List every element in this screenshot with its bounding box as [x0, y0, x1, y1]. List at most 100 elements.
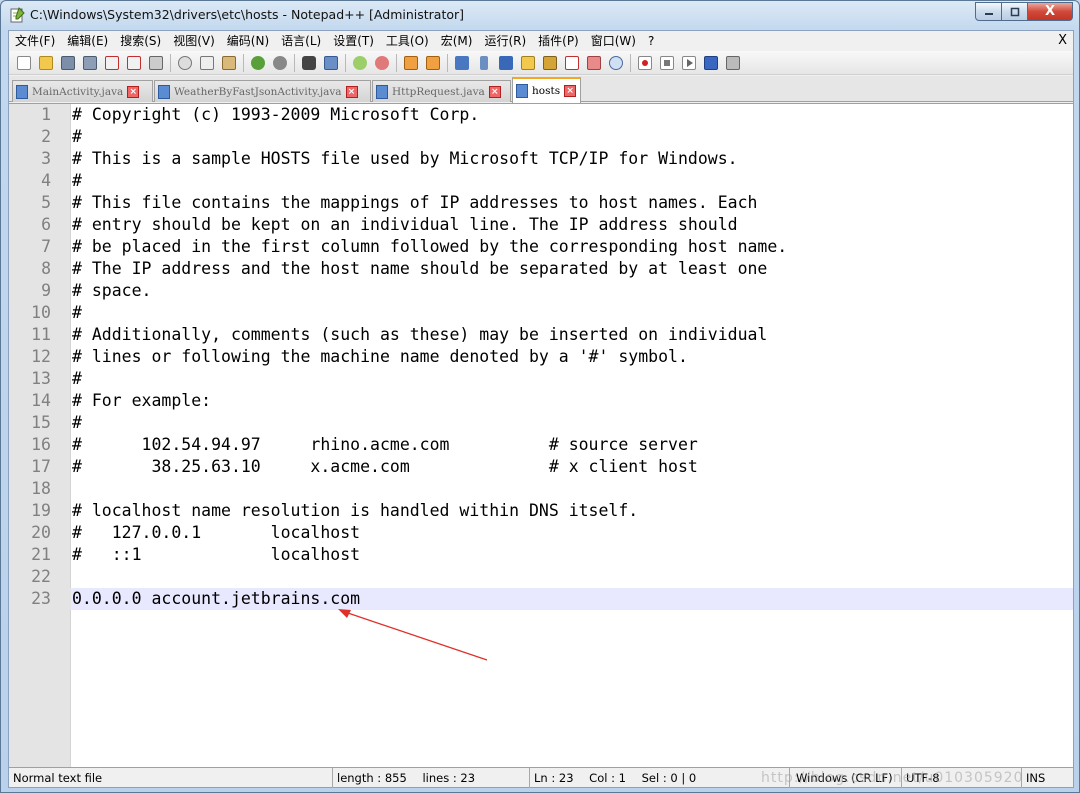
undo-icon[interactable]: [247, 53, 269, 73]
menu-plugins[interactable]: 插件(P): [532, 31, 585, 51]
menu-macro[interactable]: 宏(M): [435, 31, 479, 51]
editor-line[interactable]: 11 # Additionally, comments (such as thes…: [9, 324, 1073, 346]
zoom-in-icon[interactable]: [349, 53, 371, 73]
open-file-icon[interactable]: [35, 53, 57, 73]
paste-icon[interactable]: [218, 53, 240, 73]
editor-line[interactable]: 4 #: [9, 170, 1073, 192]
close-tab-icon[interactable]: ×: [127, 85, 140, 98]
folder-workspace-icon[interactable]: [583, 53, 605, 73]
editor-line[interactable]: 8 # The IP address and the host name shou…: [9, 258, 1073, 280]
play-macro-icon[interactable]: [678, 53, 700, 73]
menu-run[interactable]: 运行(R): [478, 31, 532, 51]
document-map-icon[interactable]: [539, 53, 561, 73]
editor-line[interactable]: 10 #: [9, 302, 1073, 324]
editor-line[interactable]: 20 # 127.0.0.1 localhost: [9, 522, 1073, 544]
menu-settings[interactable]: 设置(T): [327, 31, 380, 51]
editor-line[interactable]: 6 # entry should be kept on an individual…: [9, 214, 1073, 236]
menu-tools[interactable]: 工具(O): [380, 31, 435, 51]
editor-line[interactable]: 14 # For example:: [9, 390, 1073, 412]
line-number: 4: [41, 171, 51, 190]
line-number: 15: [31, 413, 51, 432]
editor-line[interactable]: 3 # This is a sample HOSTS file used by M…: [9, 148, 1073, 170]
line-number: 19: [31, 501, 51, 520]
line-text: # The IP address and the host name shoul…: [72, 259, 768, 278]
find-icon[interactable]: [298, 53, 320, 73]
show-all-chars-icon[interactable]: [473, 53, 495, 73]
status-encoding[interactable]: UTF-8: [902, 768, 1022, 788]
stop-record-icon[interactable]: [656, 53, 678, 73]
editor-line[interactable]: 21 # ::1 localhost: [9, 544, 1073, 566]
window-title: C:\Windows\System32\drivers\etc\hosts - …: [30, 7, 465, 22]
editor-line[interactable]: 19 # localhost name resolution is handled…: [9, 500, 1073, 522]
save-macro-icon[interactable]: [722, 53, 744, 73]
status-length: length : 855: [337, 771, 407, 785]
line-text: # For example:: [72, 391, 212, 410]
minimize-button[interactable]: [975, 2, 1002, 21]
new-file-icon[interactable]: [13, 53, 35, 73]
editor-line[interactable]: 9 # space.: [9, 280, 1073, 302]
close-tab-icon[interactable]: ×: [345, 85, 358, 98]
save-icon[interactable]: [57, 53, 79, 73]
toolbar-separator: [170, 53, 171, 72]
menu-window[interactable]: 窗口(W): [585, 31, 642, 51]
editor-line[interactable]: 13 #: [9, 368, 1073, 390]
document-close-button[interactable]: X: [1058, 33, 1067, 48]
editor-line[interactable]: 23 0.0.0.0 account.jetbrains.com: [9, 588, 1073, 610]
tab-weatherbyfastjson[interactable]: WeatherByFastJsonActivity.java ×: [154, 80, 371, 102]
editor-line[interactable]: 17 # 38.25.63.10 x.acme.com # x client ho…: [9, 456, 1073, 478]
tab-mainactivity[interactable]: MainActivity.java ×: [12, 80, 153, 102]
menu-file[interactable]: 文件(F): [9, 31, 61, 51]
tab-httprequest[interactable]: HttpRequest.java ×: [372, 80, 511, 102]
record-macro-icon[interactable]: [634, 53, 656, 73]
editor-line[interactable]: 7 # be placed in the first column followe…: [9, 236, 1073, 258]
menu-encoding[interactable]: 编码(N): [221, 31, 275, 51]
status-position: Ln : 23 Col : 1 Sel : 0 | 0: [530, 768, 790, 788]
menu-language[interactable]: 语言(L): [275, 31, 327, 51]
close-tab-icon[interactable]: ×: [488, 85, 501, 98]
function-list-icon[interactable]: [561, 53, 583, 73]
close-tab-icon[interactable]: ×: [564, 85, 577, 97]
menu-help[interactable]: ?: [642, 31, 660, 51]
text-editor[interactable]: 1 # Copyright (c) 1993-2009 Microsoft Cor…: [9, 103, 1073, 767]
editor-line[interactable]: 22: [9, 566, 1073, 588]
editor-line[interactable]: 15 #: [9, 412, 1073, 434]
title-bar[interactable]: C:\Windows\System32\drivers\etc\hosts - …: [1, 1, 1079, 30]
menu-edit[interactable]: 编辑(E): [61, 31, 114, 51]
monitor-icon[interactable]: [605, 53, 627, 73]
editor-line[interactable]: 18: [9, 478, 1073, 500]
status-eol[interactable]: Windows (CR LF): [792, 768, 902, 788]
cut-icon[interactable]: [174, 53, 196, 73]
client-area: 文件(F) 编辑(E) 搜索(S) 视图(V) 编码(N) 语言(L) 设置(T…: [8, 30, 1074, 788]
editor-line[interactable]: 16 # 102.54.94.97 rhino.acme.com # source…: [9, 434, 1073, 456]
menu-search[interactable]: 搜索(S): [114, 31, 167, 51]
run-macro-multiple-icon[interactable]: [700, 53, 722, 73]
maximize-button[interactable]: [1002, 2, 1028, 21]
menu-view[interactable]: 视图(V): [167, 31, 221, 51]
line-text: # ::1 localhost: [72, 545, 361, 564]
zoom-out-icon[interactable]: [371, 53, 393, 73]
tab-hosts[interactable]: hosts ×: [512, 77, 581, 103]
close-button[interactable]: X: [1028, 2, 1073, 21]
redo-icon[interactable]: [269, 53, 291, 73]
line-text: # 127.0.0.1 localhost: [72, 523, 361, 542]
status-mode[interactable]: INS: [1022, 768, 1073, 788]
close-file-icon[interactable]: [101, 53, 123, 73]
editor-line[interactable]: 12 # lines or following the machine name …: [9, 346, 1073, 368]
tab-bar: MainActivity.java × WeatherByFastJsonAct…: [9, 76, 1073, 103]
sync-horizontal-icon[interactable]: [422, 53, 444, 73]
editor-line[interactable]: 5 # This file contains the mappings of IP…: [9, 192, 1073, 214]
sync-vertical-icon[interactable]: [400, 53, 422, 73]
print-icon[interactable]: [145, 53, 167, 73]
word-wrap-icon[interactable]: [451, 53, 473, 73]
save-all-icon[interactable]: [79, 53, 101, 73]
indent-guide-icon[interactable]: [495, 53, 517, 73]
copy-icon[interactable]: [196, 53, 218, 73]
close-all-icon[interactable]: [123, 53, 145, 73]
replace-icon[interactable]: [320, 53, 342, 73]
editor-line[interactable]: 2 #: [9, 126, 1073, 148]
editor-line[interactable]: 1 # Copyright (c) 1993-2009 Microsoft Cor…: [9, 104, 1073, 126]
toolbar-separator: [396, 53, 397, 72]
line-text: #: [72, 127, 82, 146]
user-language-icon[interactable]: [517, 53, 539, 73]
line-number: 5: [41, 193, 51, 212]
